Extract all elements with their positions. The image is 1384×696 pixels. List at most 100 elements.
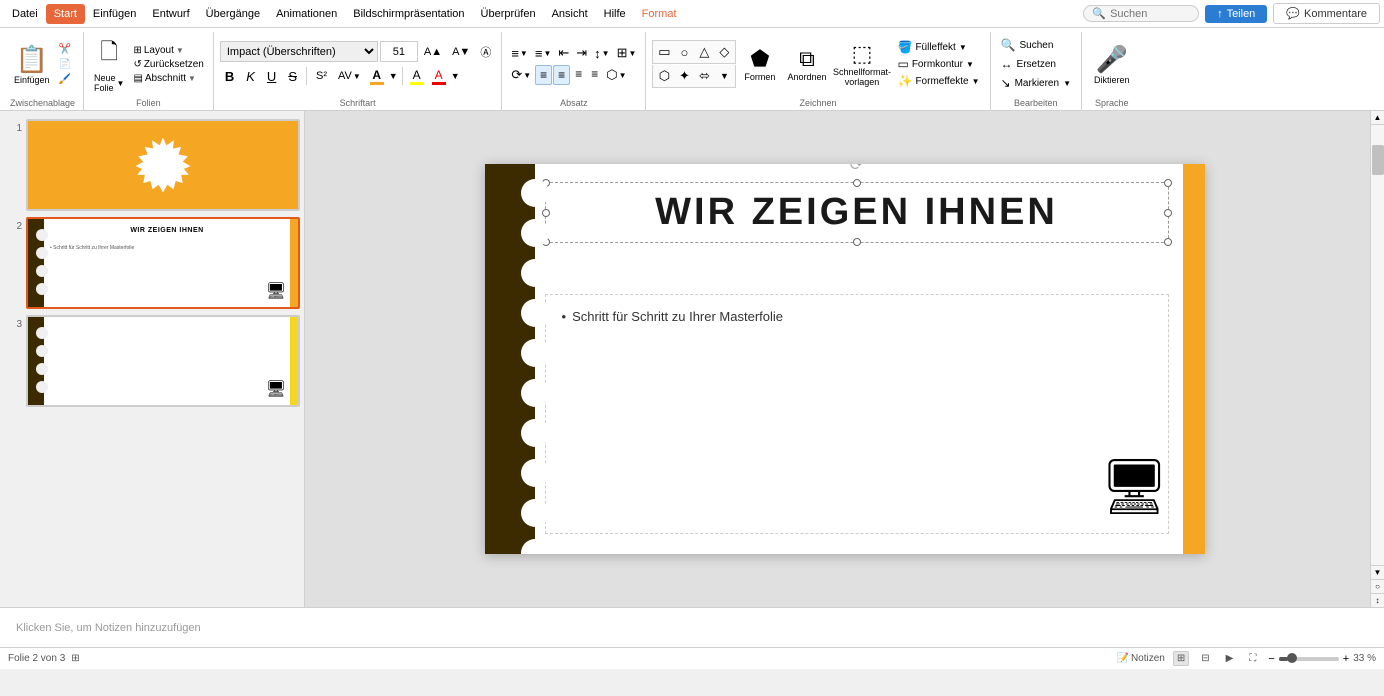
menu-format[interactable]: Format xyxy=(634,4,685,24)
align-left-button[interactable]: ≡ xyxy=(535,65,552,85)
menu-ansicht[interactable]: Ansicht xyxy=(544,4,596,24)
font-size-decrease-button[interactable]: A▼ xyxy=(448,45,474,59)
align-center-button[interactable]: ≡ xyxy=(553,65,570,85)
search-input[interactable] xyxy=(1110,8,1190,20)
slide-info-icon[interactable]: ⊞ xyxy=(71,653,79,664)
rotate-handle[interactable]: ⟳ xyxy=(850,164,863,175)
ersetzen-button[interactable]: ↔ Ersetzen xyxy=(997,55,1075,73)
formkontur-dropdown-icon[interactable]: ▼ xyxy=(966,60,974,69)
menu-hilfe[interactable]: Hilfe xyxy=(596,4,634,24)
formeffekte-button[interactable]: ✨ Formeffekte ▼ xyxy=(893,73,983,89)
view-present-button[interactable]: ⛶ xyxy=(1245,651,1260,666)
zoom-slider[interactable] xyxy=(1279,657,1339,661)
shape-btn-6[interactable]: ✦ xyxy=(675,67,693,85)
scroll-thumb[interactable] xyxy=(1372,145,1384,175)
layout-button[interactable]: ⊞ Layout ▼ xyxy=(130,44,206,57)
slide-item-1[interactable]: 1 xyxy=(4,119,300,211)
zoom-level-text[interactable]: 33 % xyxy=(1353,653,1376,664)
text-color-button[interactable]: A xyxy=(429,67,449,86)
slide-thumb-1[interactable] xyxy=(26,119,300,211)
view-sort-button[interactable]: ⊟ xyxy=(1197,651,1213,666)
indent-increase-button[interactable]: ⇥ xyxy=(573,43,590,63)
italic-button[interactable]: K xyxy=(241,65,260,87)
underline-button[interactable]: U xyxy=(262,65,281,87)
font-size-input[interactable] xyxy=(380,41,418,62)
schnellformat-button[interactable]: ⬚ Schnellformat-vorlagen xyxy=(834,39,889,89)
main-slide[interactable]: ⟳ WIR ZEIGEN IHNEN •Schritt für Schritt … xyxy=(485,164,1205,554)
formkontur-button[interactable]: ▭ Formkontur ▼ xyxy=(893,56,983,72)
clear-format-button[interactable]: Ⓐ xyxy=(476,43,495,61)
markieren-dropdown-icon[interactable]: ▼ xyxy=(1063,79,1071,88)
shape-btn-7[interactable]: ⬄ xyxy=(695,67,713,85)
indent-decrease-button[interactable]: ⇤ xyxy=(555,43,572,63)
menu-start[interactable]: Start xyxy=(46,4,85,24)
highlight-button[interactable]: A xyxy=(407,67,427,86)
zoom-out-button[interactable]: − xyxy=(1268,653,1274,665)
neue-folie-button[interactable]: 🗋 NeueFolie ▼ xyxy=(90,33,128,95)
slide-content-box[interactable]: •Schritt für Schritt zu Ihrer Masterfoli… xyxy=(545,294,1169,534)
shadow-button[interactable]: S² xyxy=(311,68,332,84)
scroll-extra-2[interactable]: ↕ xyxy=(1371,593,1384,607)
formen-button[interactable]: ⬟ Formen xyxy=(740,44,779,84)
neue-folie-dropdown-icon[interactable]: ▼ xyxy=(117,79,125,88)
font-size-increase-button[interactable]: A▲ xyxy=(420,45,446,59)
scroll-extra-1[interactable]: ○ xyxy=(1371,579,1384,593)
zuruecksetzen-button[interactable]: ↺ Zurücksetzen xyxy=(130,58,206,71)
menu-animationen[interactable]: Animationen xyxy=(268,4,345,24)
font-color-button[interactable]: A xyxy=(367,67,387,86)
line-spacing-button[interactable]: ↕ ▼ xyxy=(591,43,612,63)
menu-einfugen[interactable]: Einfügen xyxy=(85,4,144,24)
suchen-button[interactable]: 🔍 Suchen xyxy=(997,36,1075,54)
shape-scroll-icon[interactable]: ▼ xyxy=(715,67,733,85)
einfuegen-button[interactable]: 📋 Einfügen xyxy=(10,42,54,87)
handle-br[interactable] xyxy=(1164,238,1172,246)
view-normal-button[interactable]: ⊞ xyxy=(1173,651,1189,666)
shape-btn-1[interactable]: ▭ xyxy=(655,43,673,61)
slide-thumb-2[interactable]: WIR ZEIGEN IHNEN • Schritt für Schritt z… xyxy=(26,217,300,309)
ausschneiden-button[interactable]: ✂️ xyxy=(56,43,74,56)
handle-bm[interactable] xyxy=(853,238,861,246)
anordnen-button[interactable]: ⧉ Anordnen xyxy=(783,44,830,84)
fuelleffekt-dropdown-icon[interactable]: ▼ xyxy=(959,43,967,52)
slide-item-2[interactable]: 2 WIR ZEIGEN IHNEN • Schritt für Schritt… xyxy=(4,217,300,309)
slide-item-3[interactable]: 3 🖥 xyxy=(4,315,300,407)
scroll-up-button[interactable]: ▲ xyxy=(1371,111,1384,125)
kopieren-button[interactable]: 📄 xyxy=(56,58,74,71)
slide-thumb-3[interactable]: 🖥 xyxy=(26,315,300,407)
bullet-list-button[interactable]: ≡ ▼ xyxy=(508,43,531,63)
shape-btn-2[interactable]: ○ xyxy=(675,43,693,61)
bold-button[interactable]: B xyxy=(220,65,239,87)
kommentare-button[interactable]: 💬 Kommentare xyxy=(1273,3,1380,24)
scroll-down-button[interactable]: ▼ xyxy=(1371,565,1384,579)
menu-bildschirm[interactable]: Bildschirmpräsentation xyxy=(345,4,472,24)
formeffekte-dropdown-icon[interactable]: ▼ xyxy=(972,77,980,86)
menu-datei[interactable]: Datei xyxy=(4,4,46,24)
character-spacing-button[interactable]: AV ▼ xyxy=(334,68,365,84)
handle-mr[interactable] xyxy=(1164,209,1172,217)
slide-title-box[interactable]: ⟳ WIR ZEIGEN IHNEN xyxy=(545,182,1169,243)
markieren-button[interactable]: ↘ Markieren ▼ xyxy=(997,74,1075,92)
notes-area[interactable]: Klicken Sie, um Notizen hinzuzufügen xyxy=(0,607,1384,647)
columns-button[interactable]: ⊞ ▼ xyxy=(614,43,640,63)
shape-btn-3[interactable]: △ xyxy=(695,43,713,61)
align-right-button[interactable]: ≡ xyxy=(571,65,586,85)
menu-entwurf[interactable]: Entwurf xyxy=(144,4,197,24)
handle-ml[interactable] xyxy=(542,209,550,217)
zoom-in-button[interactable]: + xyxy=(1343,653,1349,665)
fuelleffekt-button[interactable]: 🪣 Fülleffekt ▼ xyxy=(893,39,983,55)
numbered-list-button[interactable]: ≡ ▼ xyxy=(532,43,555,63)
menu-ueberpruefen[interactable]: Überprüfen xyxy=(473,4,544,24)
text-color-dropdown[interactable]: ▼ xyxy=(451,71,460,81)
menu-uebergaenge[interactable]: Übergänge xyxy=(198,4,268,24)
teilen-button[interactable]: ↑ Teilen xyxy=(1205,5,1267,23)
font-family-select[interactable]: Impact (Überschriften) xyxy=(220,41,378,62)
strikethrough-button[interactable]: S xyxy=(283,65,302,87)
shape-btn-4[interactable]: ◇ xyxy=(715,43,733,61)
abschnitt-button[interactable]: ▤ Abschnitt ▼ xyxy=(130,72,206,85)
view-reading-button[interactable]: ▶ xyxy=(1222,651,1238,666)
shape-btn-5[interactable]: ⬡ xyxy=(655,67,673,85)
text-direction-button[interactable]: ⟳ ▼ xyxy=(508,65,534,85)
diktieren-button[interactable]: 🎤 Diktieren xyxy=(1088,40,1136,89)
justify-button[interactable]: ≡ xyxy=(587,65,602,85)
handle-tm[interactable] xyxy=(853,179,861,187)
